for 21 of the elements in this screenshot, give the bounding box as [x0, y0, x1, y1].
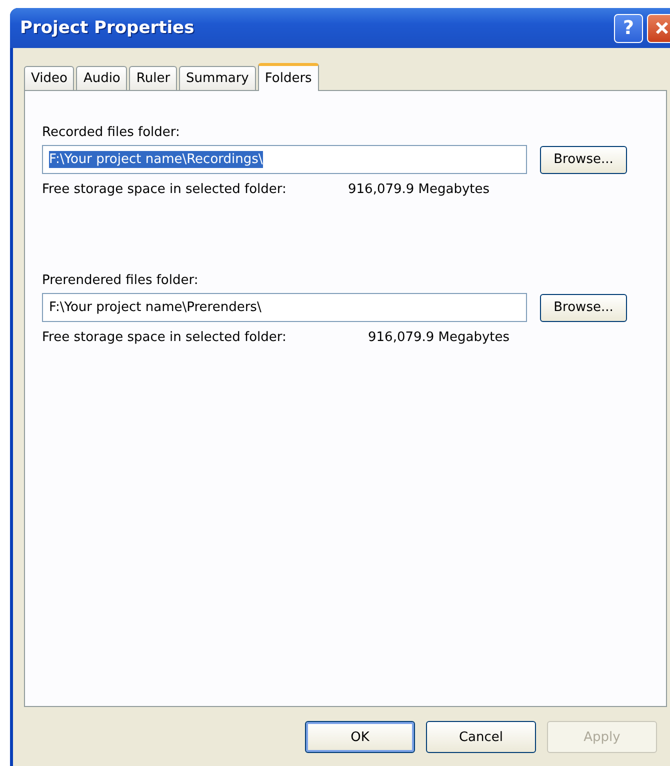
- field-label: Recorded files folder:: [42, 125, 181, 142]
- free-space-label: Free storage space in selected folder:: [42, 330, 288, 345]
- free-space-value: 916,079.9 Megabytes: [348, 182, 490, 197]
- field-label: Prerendered files folder:: [42, 273, 200, 290]
- field-value: F:\Your project name\Recordings\: [49, 151, 263, 168]
- tab[interactable]: Summary: [179, 66, 256, 90]
- tab[interactable]: Video: [24, 66, 74, 90]
- free-space-label: Free storage space in selected folder:: [42, 182, 288, 197]
- folder-path-field[interactable]: F:\Your project name\Prerenders\: [42, 293, 527, 322]
- folder-path-field[interactable]: F:\Your project name\Recordings\: [42, 145, 527, 174]
- field-value: F:\Your project name\Prerenders\: [49, 299, 262, 316]
- dialog-button[interactable]: OK: [305, 721, 415, 753]
- browse-button[interactable]: Browse...: [540, 294, 627, 322]
- help-button[interactable]: ?: [614, 14, 643, 42]
- window-title: Project Properties: [20, 18, 196, 38]
- browse-button[interactable]: Browse...: [540, 146, 627, 174]
- tab[interactable]: Folders: [258, 63, 319, 91]
- tab[interactable]: Audio: [76, 66, 128, 90]
- dialog-button[interactable]: Cancel: [426, 721, 536, 753]
- tab[interactable]: Ruler: [129, 66, 178, 90]
- free-space-value: 916,079.9 Megabytes: [368, 330, 510, 345]
